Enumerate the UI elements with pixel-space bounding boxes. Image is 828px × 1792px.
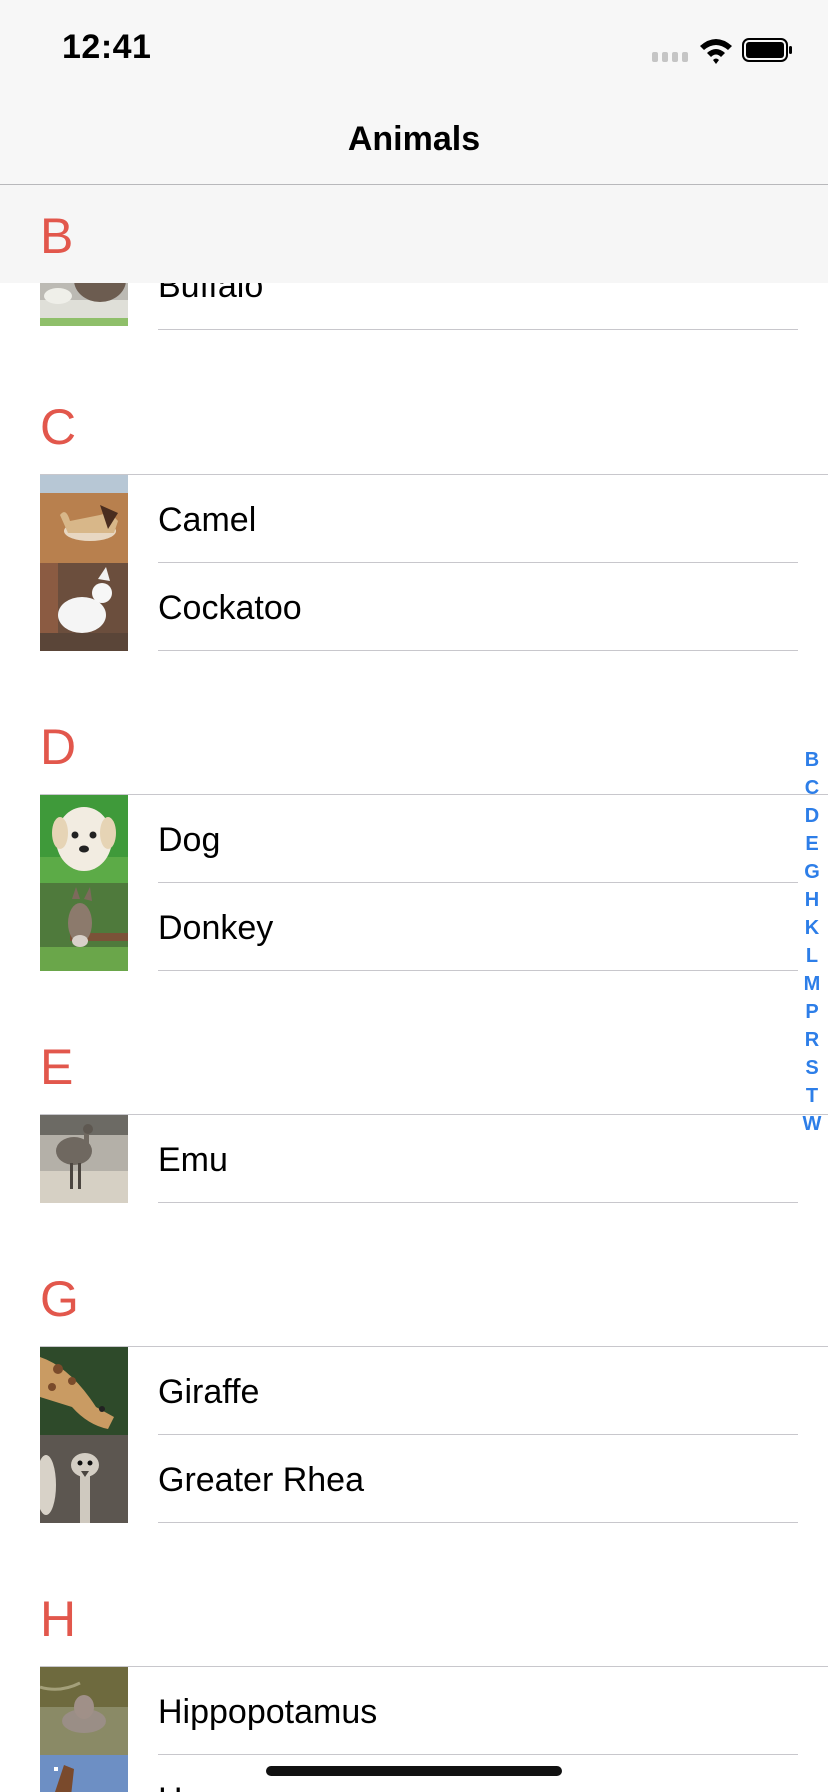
battery-icon [742,38,792,62]
wifi-icon [700,39,732,64]
section-header-label: D [40,719,77,775]
navigation-bar: Animals [0,92,828,185]
row-label-donkey: Donkey [158,909,274,947]
index-letter-r[interactable]: R [796,1026,828,1054]
status-bar: 12:41 [0,0,828,92]
section-header-label: C [40,399,77,455]
index-letter-s[interactable]: S [796,1054,828,1082]
row-label-horse: H [158,1781,183,1792]
index-letter-c[interactable]: C [796,774,828,802]
section-header-c: C [0,378,828,474]
index-letter-d[interactable]: D [796,802,828,830]
index-letter-m[interactable]: M [796,970,828,998]
row-separator [158,1522,798,1523]
page-title: Animals [347,120,481,158]
section-header-label: E [40,1039,74,1095]
row-label-cockatoo: Cockatoo [158,589,302,627]
status-time: 12:41 [62,28,152,66]
row-label-emu: Emu [158,1141,228,1179]
row-separator [158,650,798,651]
section-header-b: B [0,185,828,283]
row-label-giraffe: Giraffe [158,1373,260,1411]
row-label-hippopotamus: Hippopotamus [158,1693,378,1731]
row-separator [158,329,798,330]
list-row-cockatoo[interactable]: Cockatoo [0,563,828,651]
emu-thumbnail [40,1115,128,1203]
camel-thumbnail [40,475,128,563]
giraffe-thumbnail [40,1347,128,1435]
hippopotamus-thumbnail [40,1667,128,1755]
list-row-dog[interactable]: Dog [0,795,828,883]
list-row-hippopotamus[interactable]: Hippopotamus [0,1667,828,1755]
list-row-donkey[interactable]: Donkey [0,883,828,971]
dog-thumbnail [40,795,128,883]
donkey-thumbnail [40,883,128,971]
index-letter-k[interactable]: K [796,914,828,942]
section-header-e: E [0,1018,828,1114]
row-label-dog: Dog [158,821,221,859]
row-label-camel: Camel [158,501,257,539]
list-row-camel[interactable]: Camel [0,475,828,563]
horse-thumbnail [40,1755,128,1792]
section-header-label: B [40,208,74,264]
greater-rhea-thumbnail [40,1435,128,1523]
index-letter-g[interactable]: G [796,858,828,886]
section-header-label: H [40,1591,77,1647]
index-letter-e[interactable]: E [796,830,828,858]
list-row-greater-rhea[interactable]: Greater Rhea [0,1435,828,1523]
cellular-signal-icon [652,52,692,62]
index-letter-p[interactable]: P [796,998,828,1026]
section-index[interactable]: B C D E G H K L M P R S T W [796,746,828,1138]
index-letter-l[interactable]: L [796,942,828,970]
index-letter-b[interactable]: B [796,746,828,774]
list-row-giraffe[interactable]: Giraffe [0,1347,828,1435]
row-separator [158,970,798,971]
row-label-greater-rhea: Greater Rhea [158,1461,364,1499]
row-separator [158,1202,798,1203]
cockatoo-thumbnail [40,563,128,651]
index-letter-w[interactable]: W [796,1110,828,1138]
list-row-emu[interactable]: Emu [0,1115,828,1203]
section-header-d: D [0,698,828,794]
index-letter-t[interactable]: T [796,1082,828,1110]
section-header-g: G [0,1250,828,1346]
section-header-h: H [0,1570,828,1666]
section-header-label: G [40,1271,79,1327]
home-indicator[interactable] [266,1766,562,1776]
index-letter-h[interactable]: H [796,886,828,914]
